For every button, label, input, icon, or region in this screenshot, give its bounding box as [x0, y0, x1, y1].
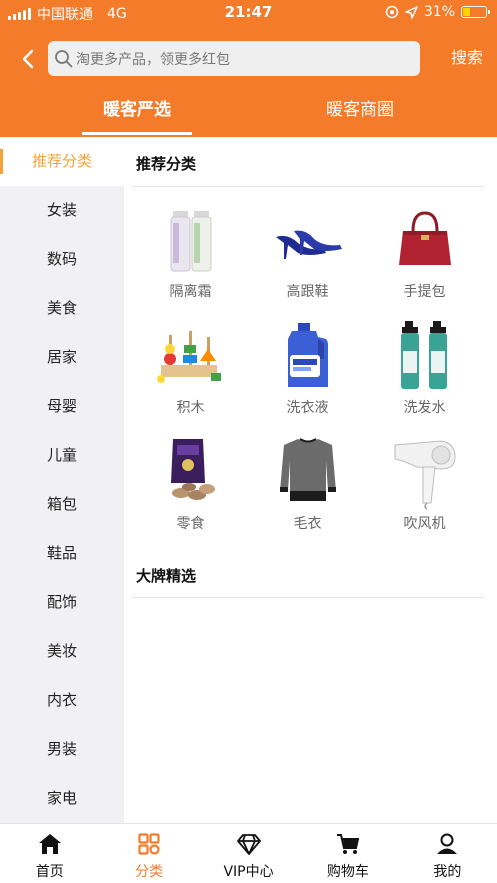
- search-button[interactable]: 搜索: [444, 44, 490, 72]
- app-header: 中国联通 4G 21:47 31% 淘更多产品，领更多红包 搜索 暖客严选 暖客…: [0, 0, 497, 137]
- active-tab-indicator: [82, 132, 192, 135]
- chevron-left-icon: [22, 49, 34, 69]
- high-heels-icon: [268, 199, 348, 279]
- back-button[interactable]: [16, 44, 40, 74]
- home-icon: [37, 832, 63, 856]
- sidebar-item-underwear[interactable]: 内衣: [0, 676, 124, 725]
- battery-fill: [463, 8, 470, 16]
- category-label: 积木: [176, 400, 205, 416]
- user-icon: [434, 832, 460, 856]
- rotation-lock-icon: [385, 5, 399, 19]
- diamond-icon: [236, 832, 262, 856]
- shampoo-bottles-icon: [385, 315, 465, 395]
- search-input[interactable]: 淘更多产品，领更多红包: [48, 41, 420, 76]
- category-icon: [136, 832, 162, 856]
- sidebar-item-womens-wear[interactable]: 女装: [0, 186, 124, 235]
- category-building-blocks[interactable]: 积木: [132, 309, 249, 425]
- nav-mine[interactable]: 我的: [398, 824, 497, 883]
- sidebar-item-appliances[interactable]: 家电: [0, 774, 124, 823]
- category-label: 毛衣: [293, 516, 322, 532]
- location-arrow-icon: [405, 5, 418, 19]
- sidebar-item-shoes[interactable]: 鞋品: [0, 529, 124, 578]
- sidebar-item-bags[interactable]: 箱包: [0, 480, 124, 529]
- category-high-heels[interactable]: 高跟鞋: [249, 193, 366, 309]
- building-blocks-icon: [151, 315, 231, 395]
- primer-bottles-icon: [151, 199, 231, 279]
- category-label: 高跟鞋: [286, 284, 329, 300]
- search-icon: [55, 49, 73, 67]
- nav-cart[interactable]: 购物车: [298, 824, 397, 883]
- sidebar-item-children[interactable]: 儿童: [0, 431, 124, 480]
- sidebar-item-food[interactable]: 美食: [0, 284, 124, 333]
- sidebar-item-makeup[interactable]: 美妆: [0, 627, 124, 676]
- category-sidebar: 推荐分类 女装 数码 美食 居家 母婴 儿童 箱包 鞋品 配饰 美妆 内衣 男装…: [0, 137, 124, 823]
- battery-percent: 31%: [423, 4, 455, 20]
- sidebar-item-mens-wear[interactable]: 男装: [0, 725, 124, 774]
- category-primer[interactable]: 隔离霜: [132, 193, 249, 309]
- sidebar-item-digital[interactable]: 数码: [0, 235, 124, 284]
- tab-nuanke-shangquan[interactable]: 暖客商圈: [300, 90, 420, 137]
- bottom-nav: 首页 分类 VIP中心 购物车 我的: [0, 823, 497, 883]
- nav-label: 分类: [135, 864, 164, 880]
- category-label: 洗衣液: [286, 400, 329, 416]
- nav-label: 我的: [433, 864, 462, 880]
- category-handbag[interactable]: 手提包: [366, 193, 483, 309]
- nav-category[interactable]: 分类: [99, 824, 198, 883]
- category-laundry-detergent[interactable]: 洗衣液: [249, 309, 366, 425]
- battery-icon: [461, 6, 490, 18]
- category-sweater[interactable]: 毛衣: [249, 425, 366, 541]
- section-divider: [132, 597, 484, 598]
- category-label: 吹风机: [403, 516, 446, 532]
- tab-nuanke-yanxuan[interactable]: 暖客严选: [82, 90, 192, 137]
- category-label: 洗发水: [403, 400, 446, 416]
- category-label: 零食: [176, 516, 205, 532]
- top-tabs: 暖客严选 暖客商圈: [0, 90, 497, 137]
- category-label: 隔离霜: [169, 284, 212, 300]
- nav-home[interactable]: 首页: [0, 824, 99, 883]
- section-title-recommended: 推荐分类: [136, 155, 197, 173]
- sidebar-item-accessories[interactable]: 配饰: [0, 578, 124, 627]
- nav-label: VIP中心: [223, 864, 274, 880]
- sweater-icon: [268, 431, 348, 511]
- hair-dryer-icon: [385, 431, 465, 511]
- section-title-brands: 大牌精选: [136, 567, 197, 585]
- nav-label: 购物车: [326, 864, 369, 880]
- nav-vip-center[interactable]: VIP中心: [199, 824, 298, 883]
- main-content: 推荐分类 隔离霜 高跟鞋 手提包 积木 洗衣液 洗发水 零食 毛衣 吹风机 大牌…: [124, 137, 497, 823]
- sidebar-item-recommended[interactable]: 推荐分类: [0, 137, 124, 186]
- category-label: 手提包: [403, 284, 446, 300]
- nav-label: 首页: [35, 864, 64, 880]
- sidebar-item-mother-baby[interactable]: 母婴: [0, 382, 124, 431]
- snack-bag-icon: [151, 431, 231, 511]
- handbag-icon: [385, 199, 465, 279]
- section-divider: [132, 186, 484, 187]
- sidebar-item-home[interactable]: 居家: [0, 333, 124, 382]
- category-grid: 隔离霜 高跟鞋 手提包 积木 洗衣液 洗发水 零食 毛衣 吹风机: [132, 193, 484, 541]
- category-snacks[interactable]: 零食: [132, 425, 249, 541]
- detergent-bottle-icon: [268, 315, 348, 395]
- cart-icon: [335, 832, 361, 856]
- category-hair-dryer[interactable]: 吹风机: [366, 425, 483, 541]
- search-placeholder: 淘更多产品，领更多红包: [76, 51, 230, 68]
- category-shampoo[interactable]: 洗发水: [366, 309, 483, 425]
- status-bar: 中国联通 4G 21:47 31%: [0, 0, 497, 26]
